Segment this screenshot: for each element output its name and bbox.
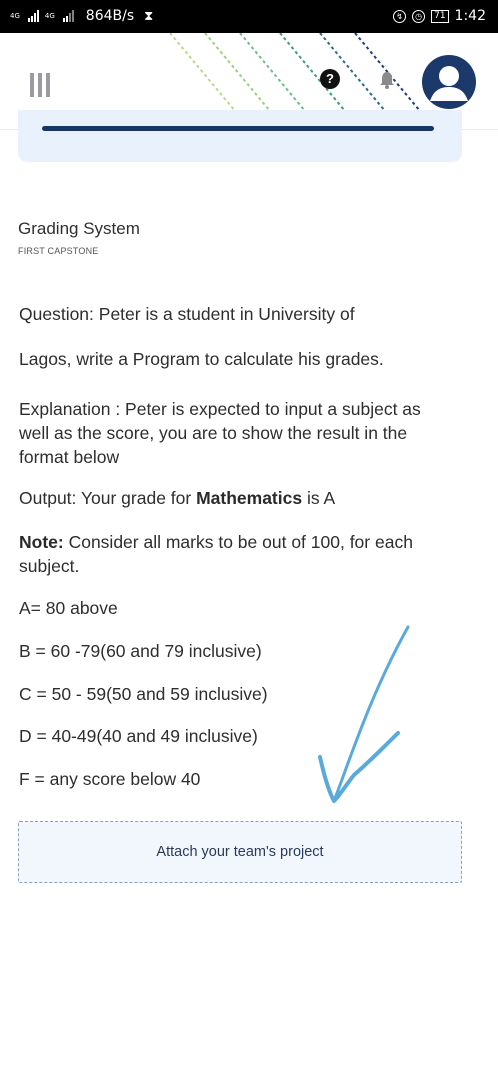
grade-a: A= 80 above [19, 598, 118, 618]
output-grade: A [323, 488, 336, 508]
note-label: Note: [19, 532, 64, 552]
page-subtitle: FIRST CAPSTONE [18, 246, 99, 256]
grade-d: D = 40-49(40 and 49 inclusive) [19, 726, 258, 746]
attach-project-button[interactable]: Attach your team's project [18, 821, 462, 883]
data-saver-icon: ↯ [393, 9, 407, 23]
signal-icon [27, 10, 39, 22]
status-bar: 4G 4G 864B/s ⧗ ↯ ◷ 71 1:42 [0, 0, 498, 33]
grade-f: F = any score below 40 [19, 769, 201, 789]
user-avatar-icon[interactable] [422, 55, 476, 109]
hamburger-icon[interactable] [30, 73, 50, 97]
grade-c: C = 50 - 59(50 and 59 inclusive) [19, 684, 268, 704]
question-line-2: Lagos, write a Program to calculate his … [19, 349, 384, 369]
grade-b: B = 60 -79(60 and 79 inclusive) [19, 641, 262, 661]
clock: 1:42 [454, 8, 486, 24]
output-subject: Mathematics [196, 488, 303, 508]
signal-icon [62, 10, 74, 22]
progress-bar [42, 126, 434, 131]
page-title: Grading System [18, 219, 140, 238]
network-type-2: 4G [44, 11, 55, 20]
output-format: Output: Your grade for Mathematics is A [19, 487, 335, 510]
hourglass-icon: ⧗ [144, 8, 154, 24]
checkmark-annotation [318, 625, 410, 803]
question-line-1: Question: Peter is a student in Universi… [19, 304, 355, 324]
bell-icon[interactable] [378, 71, 396, 89]
output-prefix: Output: Your grade for [19, 488, 197, 508]
course-card [18, 110, 462, 162]
battery-icon: 71 [431, 9, 449, 23]
alarm-icon: ◷ [412, 9, 426, 23]
output-mid: is [302, 488, 324, 508]
note-text: Note: Consider all marks to be out of 10… [19, 530, 449, 578]
question-circle-icon[interactable]: ? [320, 69, 340, 89]
network-type-1: 4G [10, 11, 20, 20]
network-speed: 864B/s [85, 8, 135, 24]
note-body: Consider all marks to be out of 100, for… [19, 532, 413, 576]
explanation-text: Explanation : Peter is expected to input… [19, 399, 421, 467]
